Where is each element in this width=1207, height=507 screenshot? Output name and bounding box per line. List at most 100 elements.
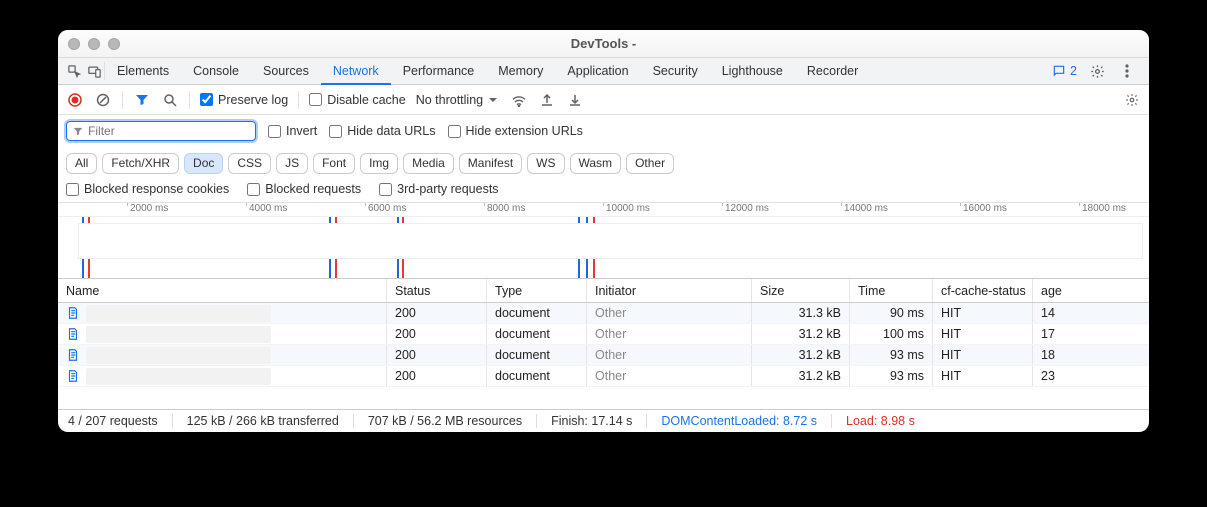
network-conditions-icon[interactable] xyxy=(510,91,528,109)
minimize-traffic-light[interactable] xyxy=(88,38,100,50)
preserve-log-checkbox[interactable]: Preserve log xyxy=(200,93,288,107)
request-name-redacted xyxy=(86,326,271,343)
timeline-overview[interactable]: 2000 ms4000 ms6000 ms8000 ms10000 ms1200… xyxy=(58,203,1149,279)
tab-recorder[interactable]: Recorder xyxy=(795,58,870,85)
type-pill-media[interactable]: Media xyxy=(403,153,454,174)
network-table: Name Status Type Initiator Size Time cf-… xyxy=(58,279,1149,409)
panel-tabs: ElementsConsoleSourcesNetworkPerformance… xyxy=(58,58,1149,85)
timeline-tick: 12000 ms xyxy=(725,203,769,214)
inspect-icon[interactable] xyxy=(64,64,84,79)
footer-resources: 707 kB / 56.2 MB resources xyxy=(368,414,537,428)
blocked-cookies-checkbox[interactable]: Blocked response cookies xyxy=(66,182,229,196)
filter-input[interactable] xyxy=(88,124,249,138)
network-settings-icon[interactable] xyxy=(1123,91,1141,109)
blocked-requests-checkbox[interactable]: Blocked requests xyxy=(247,182,361,196)
type-pill-font[interactable]: Font xyxy=(313,153,355,174)
third-party-checkbox[interactable]: 3rd-party requests xyxy=(379,182,498,196)
type-pill-fetchxhr[interactable]: Fetch/XHR xyxy=(102,153,179,174)
filter-toggle-icon[interactable] xyxy=(133,91,151,109)
table-row[interactable]: 200documentOther31.2 kB100 msHIT17 xyxy=(58,324,1149,345)
timeline-tick: 14000 ms xyxy=(844,203,888,214)
type-pill-other[interactable]: Other xyxy=(626,153,674,174)
timeline-tick: 16000 ms xyxy=(963,203,1007,214)
issues-count[interactable]: 2 xyxy=(1052,64,1077,78)
clear-icon[interactable] xyxy=(94,91,112,109)
cell-size: 31.2 kB xyxy=(752,324,850,344)
th-cache[interactable]: cf-cache-status xyxy=(933,279,1033,302)
type-pill-ws[interactable]: WS xyxy=(527,153,564,174)
record-button[interactable] xyxy=(66,91,84,109)
filter-funnel-icon xyxy=(73,126,83,137)
tab-memory[interactable]: Memory xyxy=(486,58,555,85)
network-toolbar: Preserve log Disable cache No throttling xyxy=(58,85,1149,115)
tab-application[interactable]: Application xyxy=(555,58,640,85)
th-time[interactable]: Time xyxy=(850,279,933,302)
document-icon xyxy=(66,306,80,320)
tab-network[interactable]: Network xyxy=(321,58,391,85)
type-pill-all[interactable]: All xyxy=(66,153,97,174)
tab-console[interactable]: Console xyxy=(181,58,251,85)
zoom-traffic-light[interactable] xyxy=(108,38,120,50)
cell-size: 31.3 kB xyxy=(752,303,850,323)
th-type[interactable]: Type xyxy=(487,279,587,302)
device-toggle-icon[interactable] xyxy=(84,64,104,79)
type-pill-js[interactable]: JS xyxy=(276,153,308,174)
type-pill-wasm[interactable]: Wasm xyxy=(570,153,622,174)
cell-age: 17 xyxy=(1033,324,1149,344)
kebab-menu-icon[interactable] xyxy=(1117,64,1137,78)
table-row[interactable]: 200documentOther31.2 kB93 msHIT18 xyxy=(58,345,1149,366)
footer-finish: Finish: 17.14 s xyxy=(551,414,647,428)
filter-input-wrapper[interactable] xyxy=(66,121,256,141)
request-name-redacted xyxy=(86,347,271,364)
th-age[interactable]: age xyxy=(1033,279,1149,302)
cell-cache: HIT xyxy=(933,324,1033,344)
footer-load: Load: 8.98 s xyxy=(846,414,915,428)
close-traffic-light[interactable] xyxy=(68,38,80,50)
th-size[interactable]: Size xyxy=(752,279,850,302)
throttling-select[interactable]: No throttling xyxy=(416,93,500,107)
cell-status: 200 xyxy=(387,324,487,344)
type-pill-manifest[interactable]: Manifest xyxy=(459,153,522,174)
document-icon xyxy=(66,369,80,383)
type-pill-img[interactable]: Img xyxy=(360,153,398,174)
tab-performance[interactable]: Performance xyxy=(391,58,487,85)
hide-ext-urls-checkbox[interactable]: Hide extension URLs xyxy=(448,124,583,138)
tab-security[interactable]: Security xyxy=(641,58,710,85)
hide-data-urls-checkbox[interactable]: Hide data URLs xyxy=(329,124,435,138)
cell-status: 200 xyxy=(387,303,487,323)
disable-cache-checkbox[interactable]: Disable cache xyxy=(309,93,406,107)
export-har-icon[interactable] xyxy=(566,91,584,109)
type-pill-css[interactable]: CSS xyxy=(228,153,271,174)
table-row[interactable]: 200documentOther31.2 kB93 msHIT23 xyxy=(58,366,1149,387)
cell-initiator: Other xyxy=(587,303,752,323)
tab-sources[interactable]: Sources xyxy=(251,58,321,85)
cell-age: 14 xyxy=(1033,303,1149,323)
footer-requests: 4 / 207 requests xyxy=(68,414,173,428)
table-row[interactable]: 200documentOther31.3 kB90 msHIT14 xyxy=(58,303,1149,324)
th-initiator[interactable]: Initiator xyxy=(587,279,752,302)
th-name[interactable]: Name xyxy=(58,279,387,302)
footer-transferred: 125 kB / 266 kB transferred xyxy=(187,414,354,428)
timeline-tick: 10000 ms xyxy=(606,203,650,214)
filter-bar: Invert Hide data URLs Hide extension URL… xyxy=(58,115,1149,203)
preserve-log-label: Preserve log xyxy=(218,93,288,107)
tab-elements[interactable]: Elements xyxy=(105,58,181,85)
cell-size: 31.2 kB xyxy=(752,366,850,386)
type-pill-doc[interactable]: Doc xyxy=(184,153,223,174)
search-icon[interactable] xyxy=(161,91,179,109)
cell-time: 93 ms xyxy=(850,345,933,365)
invert-checkbox[interactable]: Invert xyxy=(268,124,317,138)
timeline-tick: 2000 ms xyxy=(130,203,168,214)
cell-status: 200 xyxy=(387,345,487,365)
tab-lighthouse[interactable]: Lighthouse xyxy=(710,58,795,85)
settings-gear-icon[interactable] xyxy=(1087,64,1107,79)
th-status[interactable]: Status xyxy=(387,279,487,302)
import-har-icon[interactable] xyxy=(538,91,556,109)
cell-initiator: Other xyxy=(587,345,752,365)
cell-initiator: Other xyxy=(587,366,752,386)
devtools-window: DevTools - ElementsConsoleSourcesNetwork… xyxy=(58,30,1149,432)
timeline-tick: 4000 ms xyxy=(249,203,287,214)
cell-time: 93 ms xyxy=(850,366,933,386)
status-bar: 4 / 207 requests 125 kB / 266 kB transfe… xyxy=(58,409,1149,432)
window-title: DevTools - xyxy=(58,36,1149,51)
